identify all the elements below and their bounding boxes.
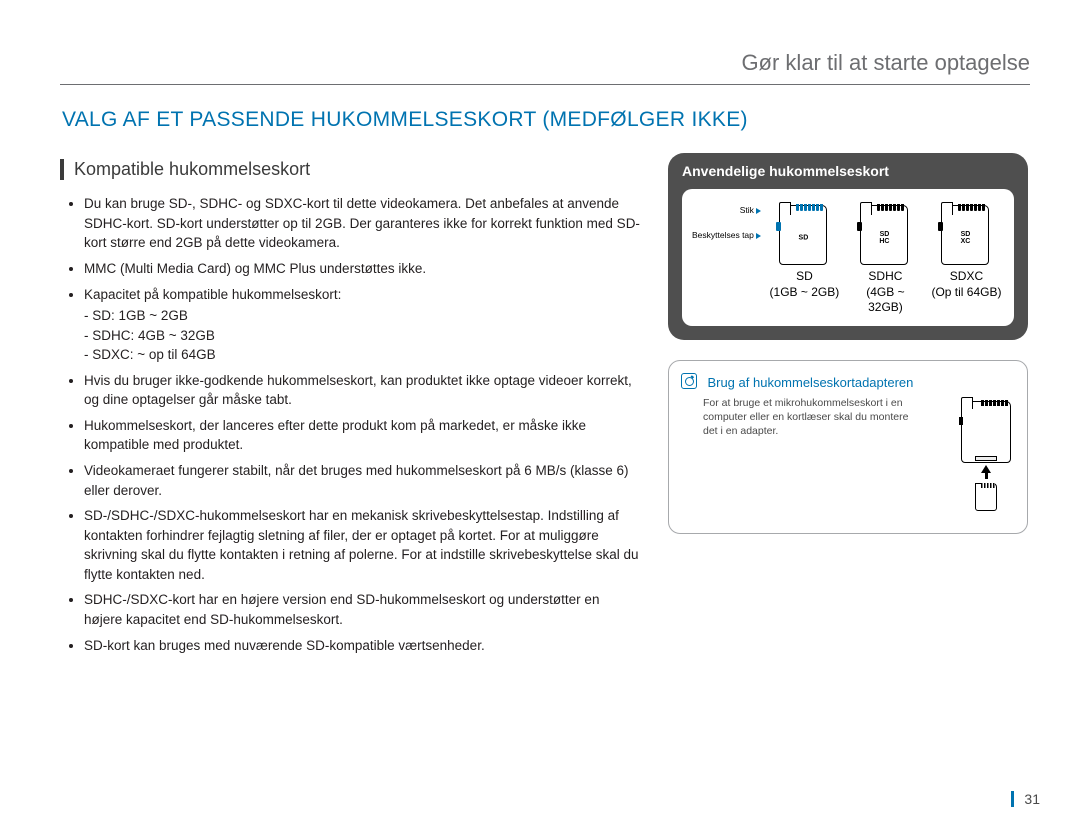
usable-cards-box: Anvendelige hukommelseskort Stik Beskytt…	[668, 153, 1028, 340]
list-item: MMC (Multi Media Card) og MMC Plus under…	[84, 259, 640, 279]
bullet-list: Du kan bruge SD-, SDHC- og SDXC-kort til…	[60, 194, 640, 655]
box-title: Anvendelige hukommelseskort	[682, 163, 1014, 179]
label-pins: Stik	[740, 205, 754, 215]
arrow-icon	[756, 208, 761, 214]
card-range: (Op til 64GB)	[931, 285, 1001, 301]
lock-tab-icon	[857, 222, 862, 231]
list-item: Videokameraet fungerer stabilt, når det …	[84, 461, 640, 500]
section-title: VALG AF ET PASSENDE HUKOMMELSESKORT (MED…	[62, 107, 1030, 133]
list-item: Kapacitet på kompatible hukommelseskort:…	[84, 285, 640, 365]
list-item: Du kan bruge SD-, SDHC- og SDXC-kort til…	[84, 194, 640, 253]
adapter-illustration	[961, 401, 1011, 511]
adapter-hint-box: Brug af hukommelseskortadapteren For at …	[668, 360, 1028, 534]
label-lock: Beskyttelses tap	[692, 230, 754, 240]
arrow-icon	[756, 233, 761, 239]
list-subitem: SDHC: 4GB ~ 32GB	[84, 326, 640, 346]
microsd-icon	[975, 483, 997, 511]
list-item: Hukommelseskort, der lanceres efter dett…	[84, 416, 640, 455]
hint-title: Brug af hukommelseskortadapteren	[707, 375, 913, 390]
card-name: SDXC	[931, 269, 1001, 285]
magnifier-icon	[681, 373, 697, 389]
page-number: 31	[1011, 791, 1040, 807]
divider	[60, 84, 1030, 85]
subheading-compatible: Kompatible hukommelseskort	[60, 159, 640, 180]
list-item: Hvis du bruger ikke-godkende hukommelses…	[84, 371, 640, 410]
lock-tab-icon	[776, 222, 781, 231]
pins-icon	[796, 204, 823, 211]
card-range: (1GB ~ 2GB)	[770, 285, 840, 301]
list-item: SD-/SDHC-/SDXC-hukommelseskort har en me…	[84, 506, 640, 584]
lock-tab-icon	[938, 222, 943, 231]
running-head: Gør klar til at starte optagelse	[60, 50, 1030, 84]
sdxc-card-illustration: SD XC	[941, 201, 991, 263]
list-item: SD-kort kan bruges med nuværende SD-komp…	[84, 636, 640, 656]
card-name: SDHC	[848, 269, 923, 285]
pins-icon	[958, 204, 985, 211]
sdhc-card-illustration: SD HC	[860, 201, 910, 263]
hint-text: For at bruge et mikrohukommelseskort i e…	[703, 396, 923, 439]
pins-icon	[877, 204, 904, 211]
list-item: SDHC-/SDXC-kort har en højere version en…	[84, 590, 640, 629]
sd-card-illustration: SD	[779, 201, 829, 263]
list-subitem: SDXC: ~ op til 64GB	[84, 345, 640, 365]
card-name: SD	[770, 269, 840, 285]
up-arrow-icon	[981, 465, 991, 473]
list-subitem: SD: 1GB ~ 2GB	[84, 306, 640, 326]
card-range: (4GB ~ 32GB)	[848, 285, 923, 316]
